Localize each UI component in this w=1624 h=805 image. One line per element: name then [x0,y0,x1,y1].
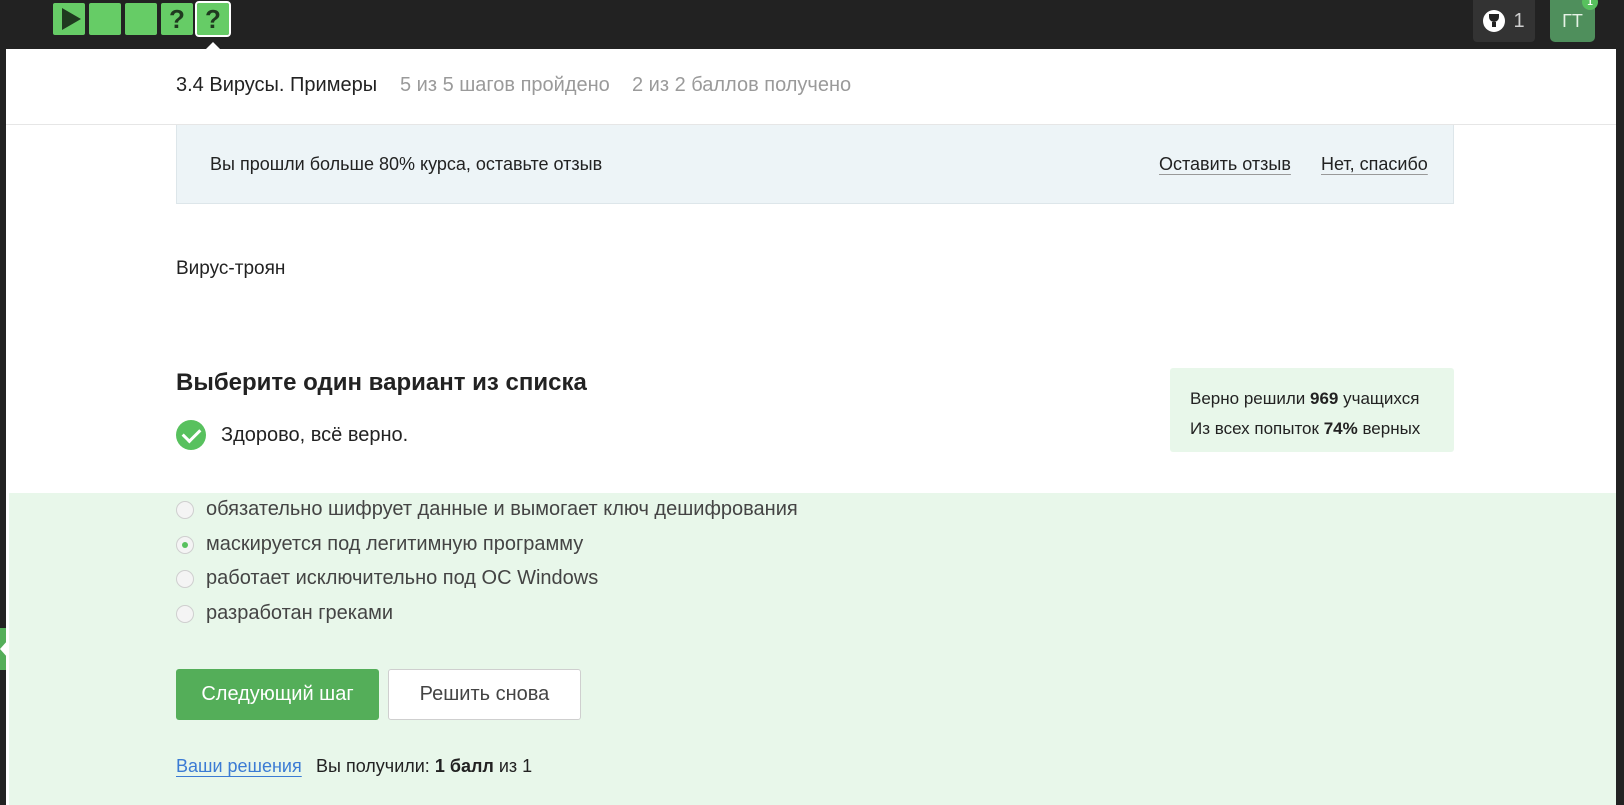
solved-count: 969 [1310,389,1339,408]
decline-review-link[interactable]: Нет, спасибо [1321,154,1428,175]
check-circle-icon [176,420,206,450]
option-label: маскируется под легитимную программу [206,533,584,555]
step-3-text[interactable] [125,3,157,35]
top-bar: ? ? 1 ГТ 1 [0,0,1624,49]
lesson-progress: 5 из 5 шагов пройдено [400,74,610,96]
step-text: Вирус-троян [176,258,286,279]
radio-button[interactable] [176,604,194,623]
radio-button[interactable] [176,569,194,588]
trophy-icon [1483,10,1506,32]
your-solutions-link[interactable]: Ваши решения [176,756,302,777]
solve-again-button[interactable]: Решить снова [388,669,581,720]
score-value: 1 балл [434,756,494,776]
option-4[interactable]: разработан греками [176,602,393,625]
question-icon: ? [169,3,185,34]
option-label: обязательно шифрует данные и вымогает кл… [206,498,798,520]
lesson-content: 3.4 Вирусы. Примеры 5 из 5 шагов пройден… [6,49,1616,805]
step-2-text[interactable] [89,3,121,35]
question-icon: ? [205,3,221,34]
option-3[interactable]: работает исключительно под ОС Windows [176,567,598,590]
option-1[interactable]: обязательно шифрует данные и вымогает кл… [176,498,798,521]
stats-box: Верно решили 969 учащихся Из всех попыто… [1170,368,1454,452]
avatar-initials: ГТ [1562,10,1583,31]
stats-solved: Верно решили 969 учащихся [1190,389,1420,408]
radio-button-checked[interactable] [176,535,194,554]
question-title: Выберите один вариант из списка [176,369,587,396]
option-label: работает исключительно под ОС Windows [206,567,599,589]
trophy-button[interactable]: 1 [1473,0,1535,42]
score-text: Вы получили: 1 балл из 1 [316,756,533,776]
attempts-percent: 74% [1323,419,1358,438]
option-2[interactable]: маскируется под легитимную программу [176,533,583,556]
radio-button[interactable] [176,500,194,519]
step-navigation: ? ? [53,1,231,49]
result-text: Здорово, всё верно. [221,423,409,446]
play-icon [61,8,81,30]
result-message: Здорово, всё верно. [176,420,408,450]
feedback-text: Вы прошли больше 80% курса, оставьте отз… [210,154,603,174]
leave-review-link[interactable]: Оставить отзыв [1159,154,1291,175]
chevron-left-icon [0,640,8,658]
stats-attempts: Из всех попыток 74% верных [1190,419,1421,438]
notification-badge: 1 [1582,0,1598,10]
step-5-quiz-current[interactable]: ? [195,1,231,49]
next-step-button[interactable]: Следующий шаг [176,669,379,720]
step-4-quiz[interactable]: ? [161,3,193,35]
trophy-count: 1 [1513,9,1525,32]
feedback-banner: Вы прошли больше 80% курса, оставьте отз… [176,125,1454,204]
lesson-header: 3.4 Вирусы. Примеры 5 из 5 шагов пройден… [6,49,1616,125]
lesson-points: 2 из 2 баллов получено [632,74,852,96]
option-label: разработан греками [206,602,394,624]
lesson-title: 3.4 Вирусы. Примеры [176,74,378,96]
step-1-video[interactable] [53,3,85,35]
